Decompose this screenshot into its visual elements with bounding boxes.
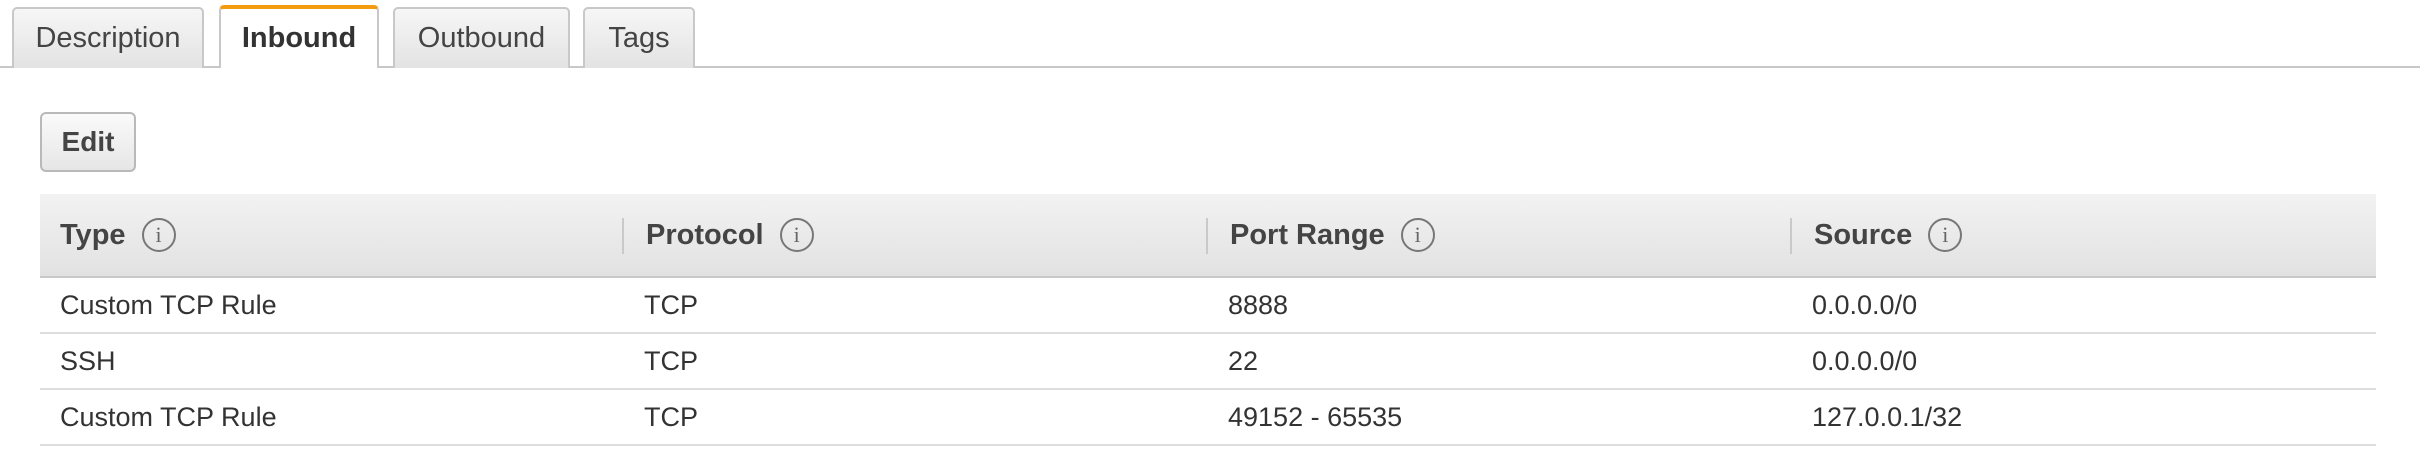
cell-port-range: 49152 - 65535 [1228,401,1403,432]
table-header: Type i Protocol i Port Range i Source i [40,194,2376,278]
column-header-label: Port Range [1230,218,1385,251]
column-divider [622,218,624,254]
table-row[interactable]: SSH TCP 22 0.0.0.0/0 [40,334,2376,390]
info-icon[interactable]: i [779,218,814,252]
info-icon[interactable]: i [141,218,176,252]
cell-type: SSH [60,345,116,376]
column-header-port-range[interactable]: Port Range i [1230,194,1435,276]
table-row[interactable]: Custom TCP Rule TCP 49152 - 65535 127.0.… [40,390,2376,446]
cell-port-range: 22 [1228,345,1259,376]
cell-protocol: TCP [644,289,698,320]
cell-type: Custom TCP Rule [60,401,277,432]
info-icon[interactable]: i [1400,218,1435,252]
cell-port-range: 8888 [1228,289,1289,320]
column-header-source[interactable]: Source i [1814,194,1963,276]
tab-outbound[interactable]: Outbound [393,7,570,68]
column-header-label: Protocol [646,218,764,251]
column-header-type[interactable]: Type i [60,194,176,276]
cell-type: Custom TCP Rule [60,289,277,320]
cell-protocol: TCP [644,345,698,376]
cell-source: 127.0.0.1/32 [1812,401,1963,432]
cell-source: 0.0.0.0/0 [1812,289,1918,320]
cell-source: 0.0.0.0/0 [1812,345,1918,376]
info-icon[interactable]: i [1928,218,1963,252]
edit-button[interactable]: Edit [40,112,136,172]
column-header-protocol[interactable]: Protocol i [646,194,814,276]
table-row[interactable]: Custom TCP Rule TCP 8888 0.0.0.0/0 [40,278,2376,334]
column-header-label: Type [60,218,126,251]
cell-protocol: TCP [644,401,698,432]
column-divider [1790,218,1792,254]
tab-inbound[interactable]: Inbound [219,5,379,68]
tab-description[interactable]: Description [12,7,204,68]
inbound-rules-table: Type i Protocol i Port Range i Source i … [40,194,2376,446]
column-header-label: Source [1814,218,1913,251]
tab-tags[interactable]: Tags [583,7,695,68]
tab-bar: Description Inbound Outbound Tags [0,0,2420,68]
column-divider [1206,218,1208,254]
